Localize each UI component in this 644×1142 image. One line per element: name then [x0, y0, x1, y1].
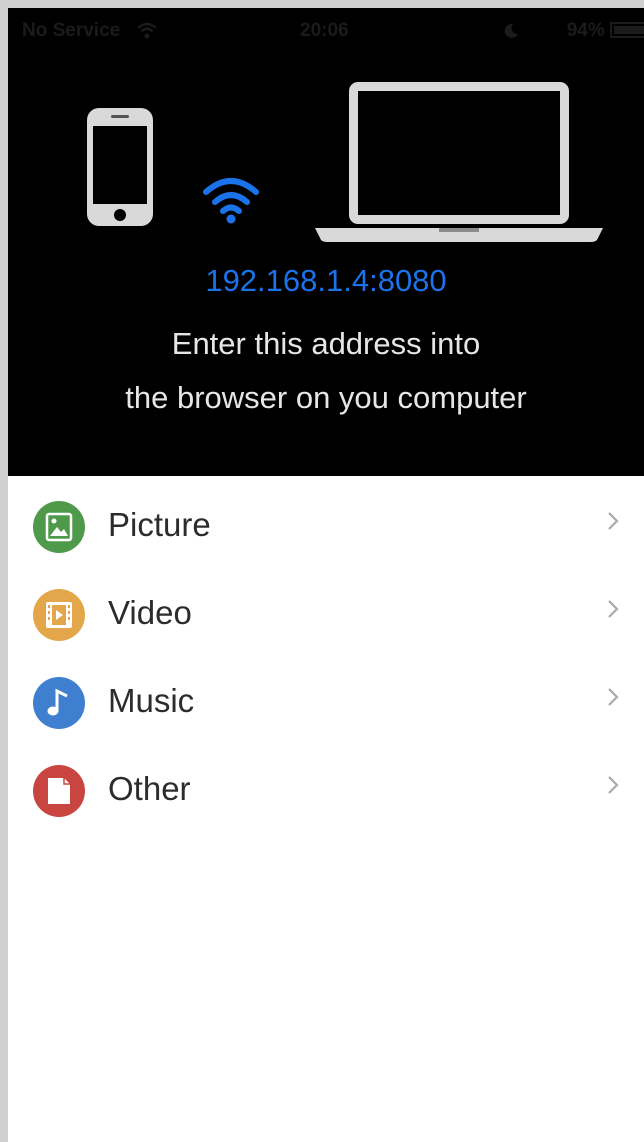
- category-row-other[interactable]: Other: [8, 740, 644, 828]
- picture-icon: [33, 501, 85, 553]
- battery-percent: 94%: [566, 20, 605, 41]
- film-icon: [33, 589, 85, 641]
- moon-icon: [504, 23, 518, 38]
- wifi-status-icon: [137, 22, 157, 39]
- laptop-icon: [315, 82, 603, 242]
- category-list: Picture Video Music Other: [8, 476, 644, 828]
- category-label: Video: [108, 594, 192, 631]
- chevron-right-icon: [608, 512, 619, 530]
- instruction-line-2: the browser on you computer: [125, 380, 527, 415]
- chevron-right-icon: [608, 776, 619, 794]
- category-row-picture[interactable]: Picture: [8, 476, 644, 564]
- clock: 20:06: [300, 20, 349, 41]
- battery-icon: [610, 22, 644, 38]
- connection-panel: No Service 20:06 94% 192.168.1.4:8080 En…: [8, 8, 644, 476]
- chevron-right-icon: [608, 600, 619, 618]
- instruction-line-1: Enter this address into: [171, 326, 481, 361]
- status-bar: No Service 20:06 94%: [8, 8, 644, 52]
- music-note-icon: [33, 677, 85, 729]
- category-row-music[interactable]: Music: [8, 652, 644, 740]
- category-label: Music: [108, 682, 195, 719]
- server-address: 192.168.1.4:8080: [205, 263, 447, 298]
- category-label: Picture: [108, 506, 211, 543]
- document-icon: [33, 765, 85, 817]
- category-row-video[interactable]: Video: [8, 564, 644, 652]
- category-label: Other: [108, 770, 191, 807]
- phone-icon: [87, 108, 153, 226]
- carrier-label: No Service: [22, 20, 121, 41]
- wifi-signal-icon: [203, 178, 259, 224]
- battery-indicator: 94%: [567, 20, 644, 42]
- chevron-right-icon: [608, 688, 619, 706]
